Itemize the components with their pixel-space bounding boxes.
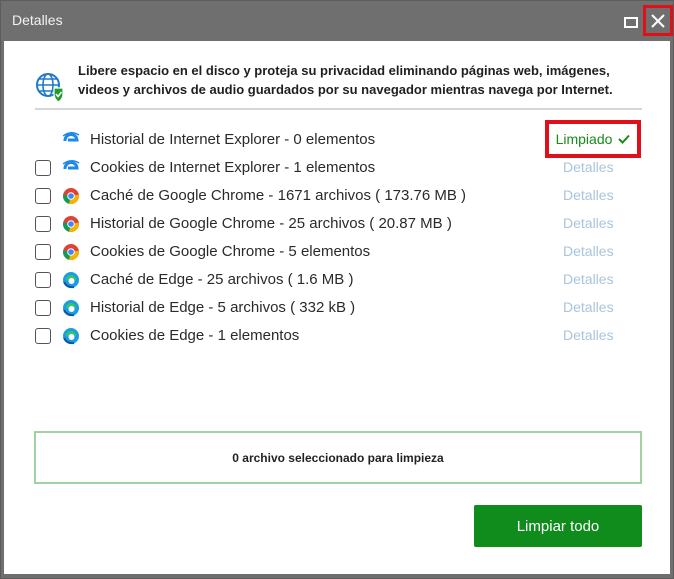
maximize-icon <box>624 16 638 28</box>
item-label: Cookies de Edge - 1 elementos <box>90 327 300 344</box>
item-label: Caché de Edge - 25 archivos ( 1.6 MB ) <box>90 271 354 288</box>
list-item: Caché de Edge - 25 archivos ( 1.6 MB ) D… <box>4 267 670 295</box>
details-link[interactable]: Detalles <box>563 215 614 231</box>
item-checkbox[interactable] <box>35 216 51 232</box>
checkmark-icon <box>618 134 631 144</box>
item-checkbox[interactable] <box>35 328 51 344</box>
item-label: Cookies de Internet Explorer - 1 element… <box>90 159 376 176</box>
item-checkbox[interactable] <box>35 300 51 316</box>
dialog-content: Libere espacio en el disco y proteja su … <box>4 41 670 574</box>
clean-all-button[interactable]: Limpiar todo <box>474 505 642 547</box>
list-item: Historial de Edge - 5 archivos ( 332 kB … <box>4 295 670 323</box>
close-button[interactable] <box>643 5 673 36</box>
internet-explorer-icon <box>62 132 80 142</box>
item-checkbox[interactable] <box>35 272 51 288</box>
item-label: Cookies de Google Chrome - 5 elementos <box>90 243 371 260</box>
maximize-button[interactable] <box>621 12 641 32</box>
chrome-icon <box>63 188 79 205</box>
summary-text: 0 archivo seleccionado para limpieza <box>232 450 444 465</box>
cleaned-status-badge: Limpiado <box>545 120 641 158</box>
list-item: Cookies de Edge - 1 elementos Detalles <box>4 323 670 351</box>
details-link[interactable]: Detalles <box>563 299 614 315</box>
details-link[interactable]: Detalles <box>563 271 614 287</box>
divider <box>35 108 642 110</box>
list-item: Historial de Internet Explorer - 0 eleme… <box>4 120 670 158</box>
edge-icon <box>63 328 79 345</box>
list-item: Cookies de Google Chrome - 5 elementos D… <box>4 239 670 267</box>
details-link[interactable]: Detalles <box>563 159 614 175</box>
internet-explorer-icon <box>62 160 80 170</box>
chrome-icon <box>63 244 79 261</box>
item-label: Historial de Edge - 5 archivos ( 332 kB … <box>90 299 356 316</box>
intro-text: Libere espacio en el disco y proteja su … <box>78 63 613 97</box>
item-label: Caché de Google Chrome - 1671 archivos (… <box>90 187 467 204</box>
item-checkbox[interactable] <box>35 160 51 176</box>
list-item: Cookies de Internet Explorer - 1 element… <box>4 155 670 183</box>
globe-shield-icon <box>36 73 64 103</box>
item-checkbox[interactable] <box>35 188 51 204</box>
selection-summary: 0 archivo seleccionado para limpieza <box>34 431 642 484</box>
edge-icon <box>63 272 79 289</box>
details-link[interactable]: Detalles <box>563 187 614 203</box>
window-title: Detalles <box>12 12 63 28</box>
details-link[interactable]: Detalles <box>563 243 614 259</box>
item-checkbox[interactable] <box>35 244 51 260</box>
item-label: Historial de Internet Explorer - 0 eleme… <box>90 131 376 148</box>
edge-icon <box>63 300 79 317</box>
intro-section: Libere espacio en el disco y proteja su … <box>35 61 645 111</box>
list-item: Caché de Google Chrome - 1671 archivos (… <box>4 183 670 211</box>
status-text: Limpiado <box>555 131 613 147</box>
details-link[interactable]: Detalles <box>563 327 614 343</box>
list-item: Historial de Google Chrome - 25 archivos… <box>4 211 670 239</box>
chrome-icon <box>63 216 79 233</box>
close-icon <box>651 13 665 28</box>
details-window: Detalles Libere espacio en el disco y pr… <box>0 0 674 579</box>
item-label: Historial de Google Chrome - 25 archivos… <box>90 215 452 232</box>
title-bar: Detalles <box>1 1 673 41</box>
